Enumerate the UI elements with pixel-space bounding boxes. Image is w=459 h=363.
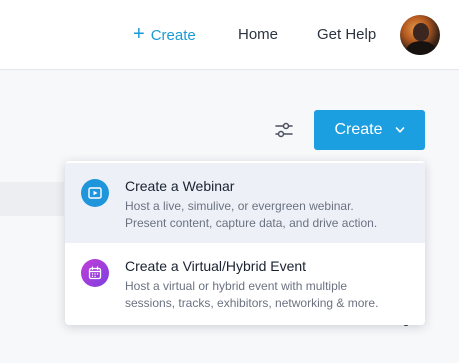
menu-item-title: Create a Virtual/Hybrid Event [125,258,307,274]
nav-get-help-link[interactable]: Get Help [317,26,376,43]
create-button-label: Create [334,121,383,138]
nav-home-link[interactable]: Home [238,26,278,43]
avatar-body-shape [406,41,436,55]
avatar-head-shape [413,23,429,41]
background-list-row [0,182,64,216]
user-avatar[interactable] [400,15,440,55]
top-nav-bar: + Create Home Get Help [0,0,459,70]
menu-item-description: Host a live, simulive, or evergreen webi… [125,198,415,232]
description-line: Present content, capture data, and drive… [125,216,378,230]
nav-create-label: Create [150,26,196,44]
play-screen-icon [81,179,109,207]
create-dropdown-menu: Create a Webinar Host a live, simulive, … [65,161,425,325]
filter-sliders-icon[interactable] [275,121,293,139]
description-line: Host a virtual or hybrid event with mult… [125,279,348,293]
plus-icon: + [133,23,145,45]
calendar-icon [81,259,109,287]
nav-create-link[interactable]: + Create [133,24,196,46]
menu-item-create-webinar[interactable]: Create a Webinar Host a live, simulive, … [65,163,425,243]
menu-item-title: Create a Webinar [125,178,235,194]
create-dropdown-button[interactable]: Create [314,110,425,150]
menu-item-create-virtual-hybrid-event[interactable]: Create a Virtual/Hybrid Event Host a vir… [65,243,425,323]
menu-item-description: Host a virtual or hybrid event with mult… [125,278,415,312]
description-line: sessions, tracks, exhibitors, networking… [125,296,379,310]
description-line: Host a live, simulive, or evergreen webi… [125,199,354,213]
chevron-down-icon [395,127,404,133]
